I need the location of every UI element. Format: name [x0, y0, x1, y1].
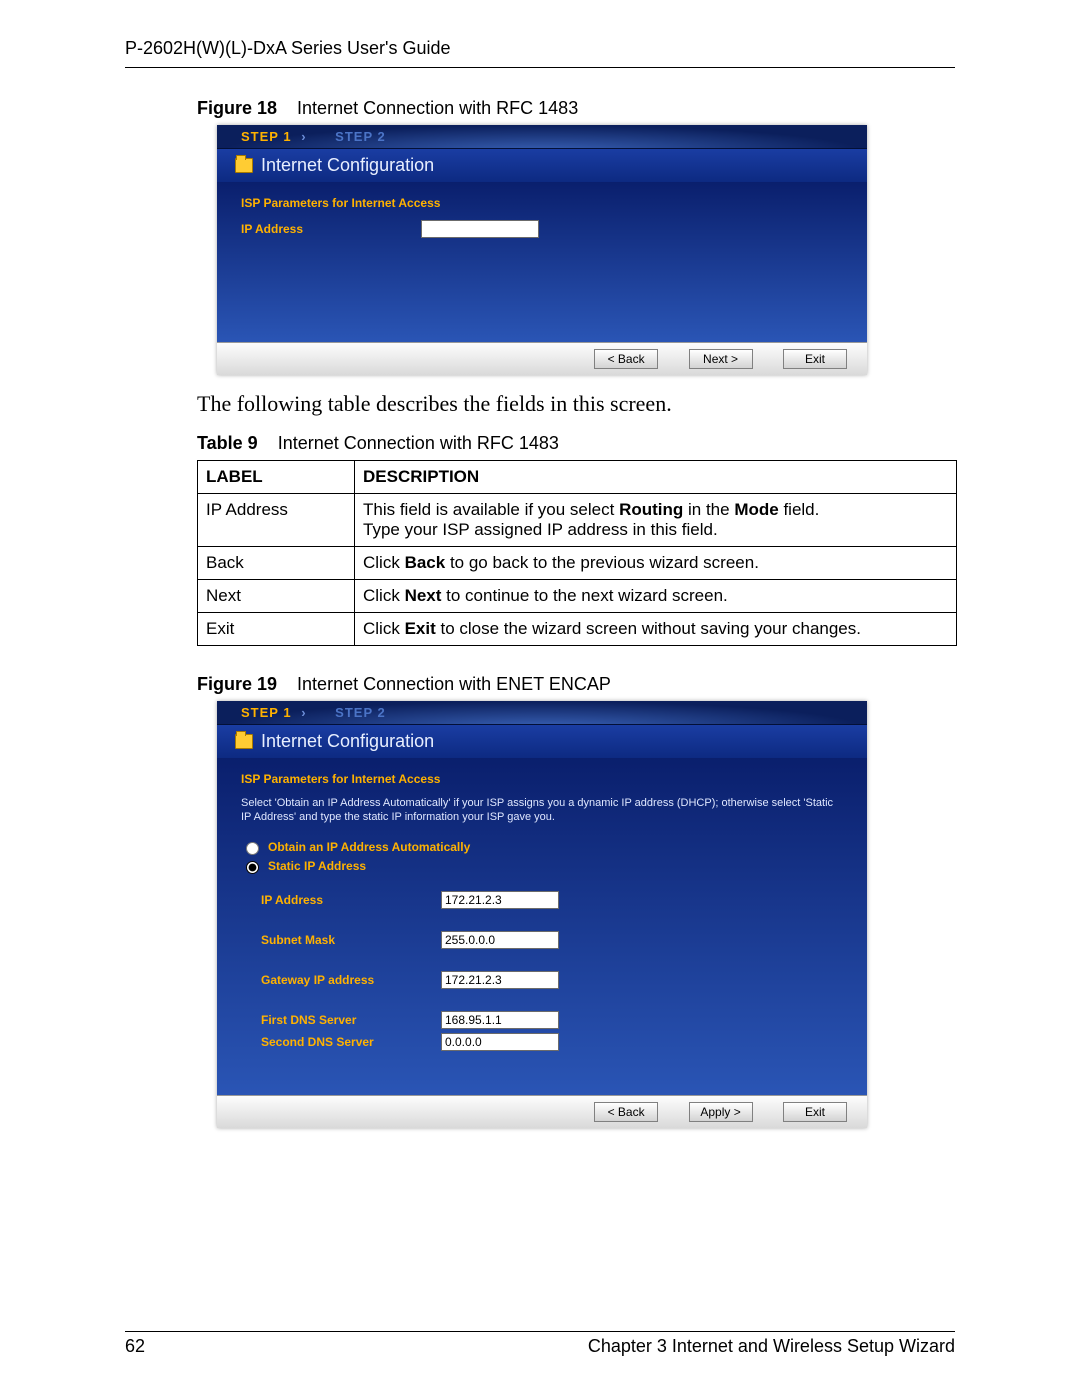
table9-caption: Table 9 Internet Connection with RFC 148… [197, 433, 955, 454]
dns2-input[interactable] [441, 1033, 559, 1051]
table-row: LABEL DESCRIPTION [198, 461, 957, 494]
figure19-caption: Figure 19 Internet Connection with ENET … [197, 674, 955, 695]
footer-rule [125, 1331, 955, 1332]
dns2-row: Second DNS Server [241, 1033, 843, 1051]
ip-address-label: IP Address [241, 222, 421, 236]
figure18-caption-text: Internet Connection with RFC 1483 [297, 98, 578, 118]
figure18-panel: STEP 1 › STEP 2 Internet Configuration I… [217, 125, 867, 375]
section-label: ISP Parameters for Internet Access [241, 772, 843, 786]
folder-icon [235, 158, 253, 173]
section-label: ISP Parameters for Internet Access [241, 196, 843, 210]
table-row: Exit Click Exit to close the wizard scre… [198, 613, 957, 646]
wizard-help-text: Select 'Obtain an IP Address Automatical… [241, 796, 843, 825]
cell-label: Next [198, 580, 355, 613]
wizard-footer: < Back Apply > Exit [217, 1095, 867, 1128]
page-footer: 62 Chapter 3 Internet and Wireless Setup… [125, 1323, 955, 1357]
ip-address-row: IP Address [241, 891, 843, 909]
field-description-table: LABEL DESCRIPTION IP Address This field … [197, 460, 957, 646]
col-desc-head: DESCRIPTION [355, 461, 957, 494]
table-row: Next Click Next to continue to the next … [198, 580, 957, 613]
chevron-right-icon: › [301, 705, 305, 720]
step2-label: STEP 2 [335, 129, 386, 144]
ip-address-row: IP Address [241, 220, 843, 238]
wizard-steps: STEP 1 › STEP 2 [217, 701, 867, 725]
cell-label: Exit [198, 613, 355, 646]
ip-address-label: IP Address [261, 893, 441, 907]
dns2-label: Second DNS Server [261, 1035, 441, 1049]
exit-button[interactable]: Exit [783, 1102, 847, 1122]
figure19-caption-text: Internet Connection with ENET ENCAP [297, 674, 611, 694]
radio-static-ip-label: Static IP Address [268, 859, 366, 873]
subnet-mask-label: Subnet Mask [261, 933, 441, 947]
folder-icon [235, 734, 253, 749]
table-intro-text: The following table describes the fields… [197, 391, 955, 417]
header-rule [125, 67, 955, 68]
chevron-right-icon: › [301, 129, 305, 144]
cell-desc: Click Exit to close the wizard screen wi… [355, 613, 957, 646]
exit-button[interactable]: Exit [783, 349, 847, 369]
next-button[interactable]: Next > [689, 349, 753, 369]
radio-static-ip-input[interactable] [246, 861, 259, 874]
step1-label: STEP 1 [241, 705, 292, 720]
wizard-title-text: Internet Configuration [261, 731, 434, 752]
wizard-body: ISP Parameters for Internet Access Selec… [217, 758, 867, 1095]
page-number: 62 [125, 1336, 145, 1357]
radio-obtain-auto-input[interactable] [246, 842, 259, 855]
wizard-footer: < Back Next > Exit [217, 342, 867, 375]
wizard-body: ISP Parameters for Internet Access IP Ad… [217, 182, 867, 342]
ip-address-input[interactable] [421, 220, 539, 238]
step1-label: STEP 1 [241, 129, 292, 144]
wizard-steps: STEP 1 › STEP 2 [217, 125, 867, 149]
figure19-caption-prefix: Figure 19 [197, 674, 277, 694]
wizard-title-bar: Internet Configuration [217, 149, 867, 182]
apply-button[interactable]: Apply > [689, 1102, 753, 1122]
cell-desc: Click Next to continue to the next wizar… [355, 580, 957, 613]
table-row: Back Click Back to go back to the previo… [198, 547, 957, 580]
figure18-caption-prefix: Figure 18 [197, 98, 277, 118]
radio-obtain-auto-label: Obtain an IP Address Automatically [268, 840, 470, 854]
table9-caption-text: Internet Connection with RFC 1483 [278, 433, 559, 453]
gateway-label: Gateway IP address [261, 973, 441, 987]
step2-label: STEP 2 [335, 705, 386, 720]
dns1-label: First DNS Server [261, 1013, 441, 1027]
radio-static-ip[interactable]: Static IP Address [241, 858, 843, 874]
cell-label: IP Address [198, 494, 355, 547]
wizard-title-text: Internet Configuration [261, 155, 434, 176]
back-button[interactable]: < Back [594, 1102, 658, 1122]
figure18-caption: Figure 18 Internet Connection with RFC 1… [197, 98, 955, 119]
col-label-head: LABEL [198, 461, 355, 494]
figure19-panel: STEP 1 › STEP 2 Internet Configuration I… [217, 701, 867, 1128]
cell-desc: This field is available if you select Ro… [355, 494, 957, 547]
cell-desc: Click Back to go back to the previous wi… [355, 547, 957, 580]
dns1-input[interactable] [441, 1011, 559, 1029]
gateway-row: Gateway IP address [241, 971, 843, 989]
running-title: P-2602H(W)(L)-DxA Series User's Guide [125, 38, 955, 59]
subnet-mask-row: Subnet Mask [241, 931, 843, 949]
table-row: IP Address This field is available if yo… [198, 494, 957, 547]
chapter-title: Chapter 3 Internet and Wireless Setup Wi… [588, 1336, 955, 1357]
table9-caption-prefix: Table 9 [197, 433, 258, 453]
wizard-title-bar: Internet Configuration [217, 725, 867, 758]
ip-address-input[interactable] [441, 891, 559, 909]
cell-label: Back [198, 547, 355, 580]
radio-obtain-auto[interactable]: Obtain an IP Address Automatically [241, 839, 843, 855]
subnet-mask-input[interactable] [441, 931, 559, 949]
gateway-input[interactable] [441, 971, 559, 989]
dns1-row: First DNS Server [241, 1011, 843, 1029]
back-button[interactable]: < Back [594, 349, 658, 369]
